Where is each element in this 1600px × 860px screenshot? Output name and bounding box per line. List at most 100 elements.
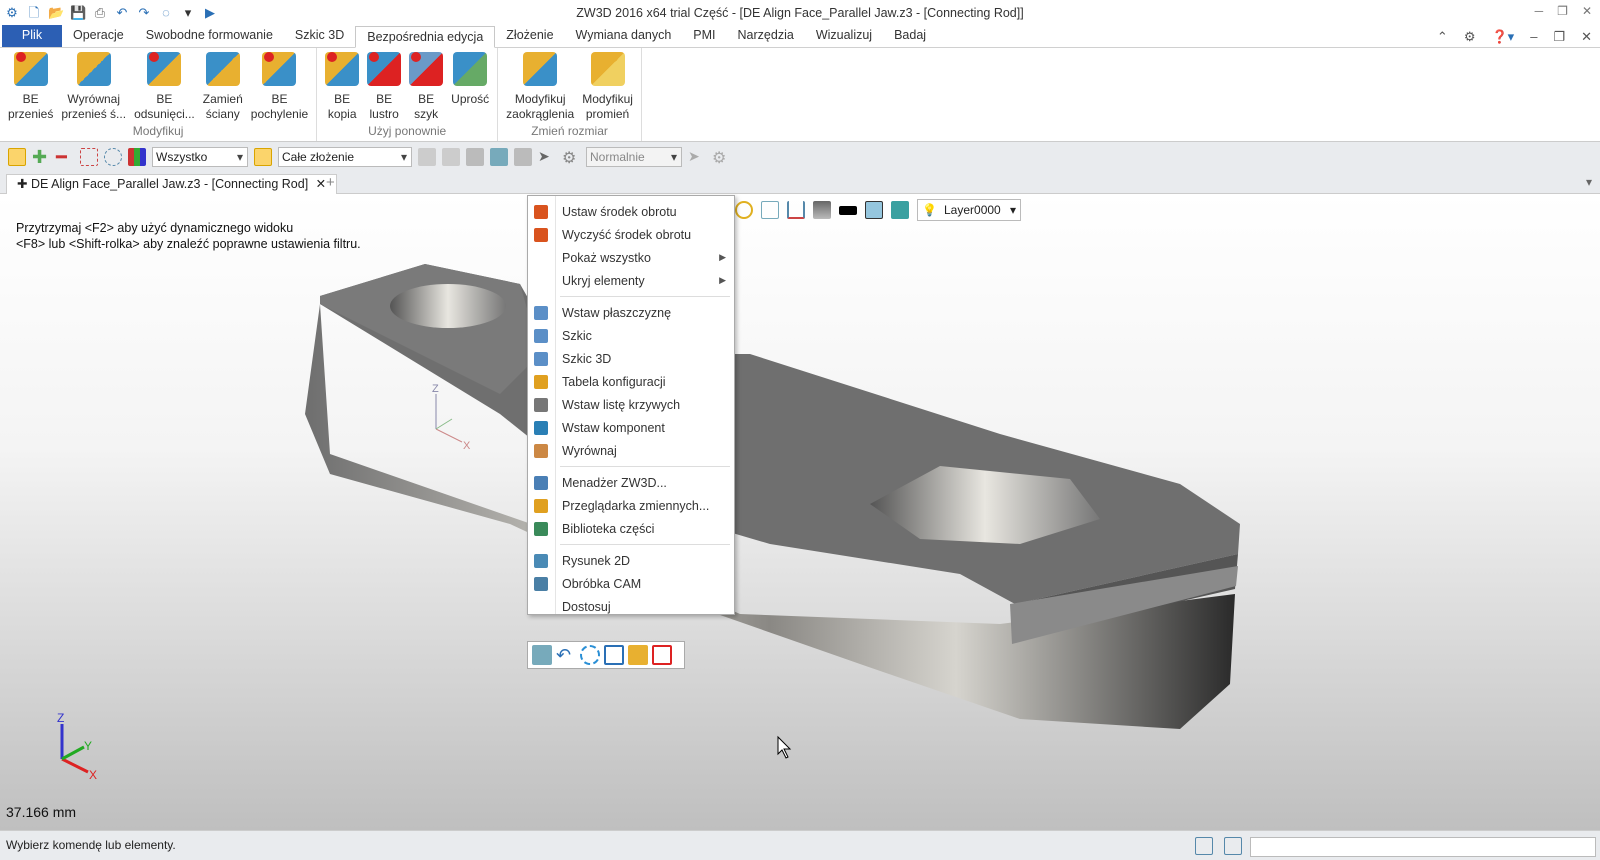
settings-icon[interactable]: ⚙ <box>1464 29 1476 45</box>
ribbon-button[interactable]: BE odsunięci... <box>130 48 199 124</box>
context-menu-item[interactable]: Tabela konfiguracji <box>528 370 734 393</box>
view-toolbar: 💡 Layer0000 ▾ <box>735 199 1021 221</box>
scope-select[interactable]: Całe złożenie <box>278 147 412 167</box>
fit-view-icon[interactable] <box>761 201 779 219</box>
new-tab-icon[interactable]: + <box>326 174 335 191</box>
ribbon-button[interactable]: BE przenieś <box>4 48 57 124</box>
assembly-scope-icon[interactable] <box>254 148 272 166</box>
tab-4[interactable]: Bezpośrednia edycja <box>355 26 496 48</box>
remove-icon[interactable]: ━ <box>56 148 74 166</box>
tab-3[interactable]: Szkic 3D <box>284 25 355 47</box>
3d-viewport[interactable]: Przytrzymaj <F2> aby użyć dynamicznego w… <box>0 194 1600 830</box>
ribbon-button[interactable]: Wyrównaj przenieś ś... <box>57 48 130 124</box>
minimize-icon[interactable]: ─ <box>1535 4 1544 18</box>
restore-icon[interactable]: ❐ <box>1557 4 1568 18</box>
ribbon-button[interactable]: Zamień ściany <box>199 48 247 124</box>
context-menu-item[interactable]: Obróbka CAM <box>528 572 734 595</box>
section-icon[interactable] <box>787 201 805 219</box>
ribbon-button[interactable]: BE szyk <box>405 48 447 124</box>
select-tool-icon[interactable] <box>466 148 484 166</box>
undo-icon[interactable]: ↶ <box>556 645 576 665</box>
add-icon[interactable]: ✚ <box>32 148 50 166</box>
tab-7[interactable]: PMI <box>682 25 726 47</box>
context-menu-item[interactable]: Szkic 3D <box>528 347 734 370</box>
collapse-ribbon-icon[interactable]: ⌃ <box>1437 29 1448 45</box>
model-view[interactable]: ZX ZXY <box>0 194 1600 830</box>
ribbon-button-icon <box>325 52 360 86</box>
tab-10[interactable]: Badaj <box>883 25 937 47</box>
tab-8[interactable]: Narzędzia <box>727 25 805 47</box>
close-tab-icon[interactable]: ✕ <box>316 177 326 191</box>
history-icon[interactable] <box>532 645 552 665</box>
select-tool-icon[interactable] <box>490 148 508 166</box>
zoom-icon[interactable] <box>735 201 753 219</box>
gear-icon[interactable]: ⚙ <box>562 148 580 167</box>
context-menu-item[interactable]: Wstaw listę krzywych <box>528 393 734 416</box>
list-icon[interactable] <box>1224 837 1242 855</box>
pin-icon: ✚ <box>17 177 31 191</box>
ribbon-button[interactable]: BE kopia <box>321 48 363 124</box>
context-menu-item[interactable]: Menadżer ZW3D... <box>528 471 734 494</box>
close-icon[interactable]: ✕ <box>1581 29 1592 45</box>
mode-select[interactable]: Normalnie <box>586 147 682 167</box>
context-menu-item[interactable]: Ukryj elementy ▶ <box>528 269 734 292</box>
tab-9[interactable]: Wizualizuj <box>805 25 883 47</box>
svg-text:Z: Z <box>432 383 439 395</box>
layers-icon[interactable] <box>891 201 909 219</box>
context-menu-item[interactable]: Szkic <box>528 324 734 347</box>
help-icon[interactable]: ❓▾ <box>1491 29 1514 45</box>
context-menu-item[interactable]: Biblioteka części <box>528 517 734 540</box>
tab-5[interactable]: Złożenie <box>495 25 564 47</box>
edit-icon[interactable] <box>604 645 624 665</box>
gear-icon[interactable]: ⚙ <box>712 148 730 167</box>
filter-select[interactable]: Wszystko <box>152 147 248 167</box>
tab-6[interactable]: Wymiana danych <box>565 25 683 47</box>
menu-separator <box>560 296 730 297</box>
context-menu-item[interactable]: Pokaż wszystko ▶ <box>528 246 734 269</box>
menu-separator <box>560 544 730 545</box>
display-mode-icon[interactable] <box>813 201 831 219</box>
minimize-icon[interactable]: – <box>1530 29 1537 45</box>
layer-select[interactable]: 💡 Layer0000 ▾ <box>917 199 1021 221</box>
window-title: ZW3D 2016 x64 trial Część - [DE Align Fa… <box>576 6 1024 20</box>
lasso-icon[interactable] <box>104 148 122 166</box>
regen-icon[interactable] <box>580 645 600 665</box>
cursor-icon[interactable]: ➤ <box>538 148 556 166</box>
tab-2[interactable]: Swobodne formowanie <box>135 25 284 47</box>
context-menu-item[interactable]: Przeglądarka zmiennych... <box>528 494 734 517</box>
ribbon-button[interactable]: Modyfikuj promień <box>578 48 637 124</box>
tab-list-icon[interactable]: ▾ <box>1586 175 1592 189</box>
pick-icon[interactable] <box>8 148 26 166</box>
svg-text:Y: Y <box>84 739 92 753</box>
box-select-icon[interactable] <box>80 148 98 166</box>
restore-icon[interactable]: ❐ <box>1553 29 1565 45</box>
menu-item-icon <box>534 475 548 490</box>
tool-icon[interactable] <box>442 148 460 166</box>
paste-icon[interactable] <box>628 645 648 665</box>
filter-icon[interactable] <box>128 148 146 166</box>
context-menu-item[interactable]: Wyrównaj <box>528 439 734 462</box>
context-menu-item[interactable]: Rysunek 2D <box>528 549 734 572</box>
context-menu-item[interactable]: Wyczyść środek obrotu <box>528 223 734 246</box>
exit-icon[interactable] <box>652 645 672 665</box>
context-menu-item[interactable]: Ustaw środek obrotu <box>528 200 734 223</box>
context-menu-item[interactable]: Wstaw płaszczyznę <box>528 301 734 324</box>
command-input[interactable] <box>1250 837 1596 857</box>
document-tab[interactable]: ✚ DE Align Face_Parallel Jaw.z3 - [Conne… <box>6 174 338 194</box>
select-tool-icon[interactable] <box>514 148 532 166</box>
color-black-icon[interactable] <box>839 205 857 215</box>
ribbon-button[interactable]: BE pochylenie <box>247 48 312 124</box>
color-blue-icon[interactable] <box>865 201 883 219</box>
cursor-icon[interactable]: ➤ <box>688 148 706 166</box>
tab-1[interactable]: Operacje <box>62 25 135 47</box>
ribbon-button[interactable]: Uprość <box>447 48 493 124</box>
panel-icon[interactable] <box>1195 837 1213 855</box>
ribbon-button[interactable]: BE lustro <box>363 48 405 124</box>
ribbon-button[interactable]: Modyfikuj zaokrąglenia <box>502 48 578 124</box>
context-menu-item[interactable]: Wstaw komponent <box>528 416 734 439</box>
tool-icon[interactable] <box>418 148 436 166</box>
close-icon[interactable]: ✕ <box>1582 4 1592 18</box>
ribbon-group-label: Użyj ponownie <box>368 124 447 138</box>
tab-0[interactable]: Plik <box>2 25 62 47</box>
context-menu-item[interactable]: Dostosuj <box>528 595 734 618</box>
